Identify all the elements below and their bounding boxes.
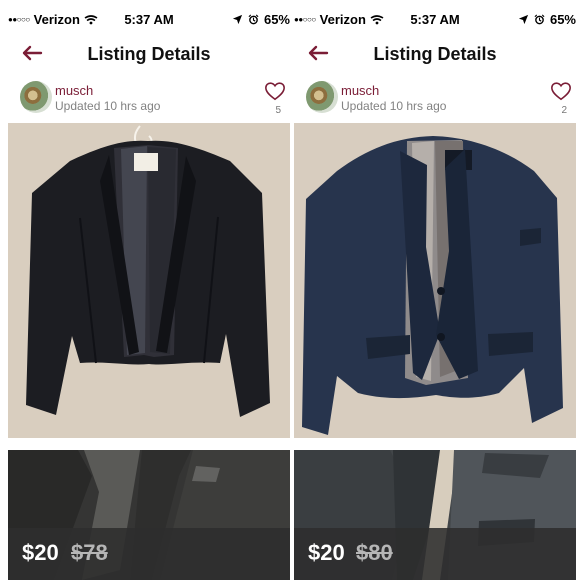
status-bar: ●●○○○ Verizon 5:37 AM 65% [8,0,290,38]
alarm-clock-icon [534,14,545,25]
updated-time: Updated 10 hrs ago [341,99,447,113]
alarm-clock-icon [248,14,259,25]
heart-outline-icon[interactable] [550,80,572,102]
listing-panel-right: ●●○○○ Verizon 5:37 AM 65% Listing Detail… [294,0,576,580]
updated-time: Updated 10 hrs ago [55,99,161,113]
status-right: 65% [232,12,290,27]
location-arrow-icon [518,14,529,25]
seller-name[interactable]: musch [341,83,379,98]
navy-blazer-image [294,123,576,438]
seller-name[interactable]: musch [55,83,93,98]
listing-collage: ●●○○○ Verizon 5:37 AM 65% Listing Detail… [0,0,580,580]
heart-outline-icon[interactable] [264,80,286,102]
status-bar: ●●○○○ Verizon 5:37 AM 65% [294,0,576,38]
price-bar: $20 $80 [294,528,576,580]
seller-row: musch Updated 10 hrs ago 2 [294,75,576,123]
nav-bar: Listing Details [8,38,290,72]
black-cropped-blazer-image [8,123,290,438]
page-title: Listing Details [87,44,211,64]
original-price: $80 [356,540,393,565]
battery-label: 65% [263,12,290,27]
nav-bar: Listing Details [294,38,576,72]
listing-photo[interactable] [294,123,576,438]
photo-divider [294,438,576,450]
listing-photo[interactable] [8,123,290,438]
page-title: Listing Details [373,44,497,64]
photo-divider [8,438,290,450]
battery-label: 65% [549,12,576,27]
avatar[interactable] [306,81,338,113]
avatar[interactable] [20,81,52,113]
status-right: 65% [518,12,576,27]
like-count: 2 [561,105,567,116]
location-arrow-icon [232,14,243,25]
price-bar: $20 $78 [8,528,290,580]
listing-panel-left: ●●○○○ Verizon 5:37 AM 65% Listing Detail… [8,0,290,580]
original-price: $78 [71,540,108,565]
like-count: 5 [275,105,281,116]
current-price: $20 [308,540,345,565]
seller-row: musch Updated 10 hrs ago 5 [8,75,290,123]
current-price: $20 [22,540,59,565]
